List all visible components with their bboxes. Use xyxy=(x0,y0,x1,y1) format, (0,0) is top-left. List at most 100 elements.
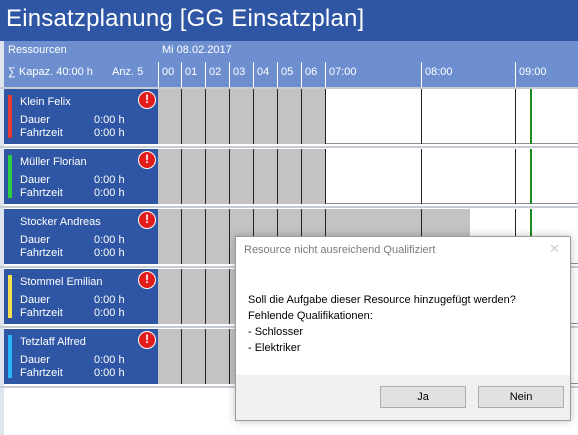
resource-row[interactable]: Klein Felix Dauer 0:00 h Fahrtzeit 0:00 … xyxy=(0,89,578,144)
row-separator xyxy=(0,206,578,208)
resource-color-stripe xyxy=(8,95,12,138)
hour-line xyxy=(205,269,206,324)
hour-label-01: 01 xyxy=(181,62,197,87)
resource-card[interactable]: Klein Felix Dauer 0:00 h Fahrtzeit 0:00 … xyxy=(4,89,159,144)
hour-line xyxy=(301,149,302,204)
hour-line xyxy=(515,149,516,204)
fahrtzeit-value: 0:00 h xyxy=(94,127,125,139)
timeline-date: Mi 08.02.2017 xyxy=(162,44,232,56)
dauer-label: Dauer xyxy=(20,294,50,306)
hour-line xyxy=(181,89,182,144)
hour-label-04: 04 xyxy=(253,62,269,87)
hour-label-08: 08:00 xyxy=(421,62,453,87)
dauer-value: 0:00 h xyxy=(94,174,125,186)
resource-color-stripe xyxy=(8,335,12,378)
window-title: Einsatzplanung [GG Einsatzplan] xyxy=(6,5,365,32)
fahrtzeit-value: 0:00 h xyxy=(94,187,125,199)
qualification-item: - Schlosser xyxy=(248,326,304,338)
close-icon[interactable]: ✕ xyxy=(549,241,560,257)
hour-line xyxy=(181,329,182,384)
current-time-line xyxy=(530,89,532,144)
hour-line xyxy=(205,209,206,264)
resource-name: Stocker Andreas xyxy=(20,216,101,228)
dauer-label: Dauer xyxy=(20,234,50,246)
dauer-value: 0:00 h xyxy=(94,294,125,306)
qualification-dialog[interactable]: Resource nicht ausreichend Qualifiziert … xyxy=(235,236,571,421)
resource-timeline[interactable] xyxy=(158,89,578,144)
hour-line xyxy=(277,89,278,144)
warning-icon[interactable]: ! xyxy=(138,151,156,169)
hour-line xyxy=(205,329,206,384)
dauer-label: Dauer xyxy=(20,354,50,366)
hour-line xyxy=(181,269,182,324)
dialog-title: Resource nicht ausreichend Qualifiziert xyxy=(244,244,436,256)
hour-line xyxy=(325,149,326,204)
hour-line xyxy=(229,329,230,384)
hour-line xyxy=(205,89,206,144)
hour-label-05: 05 xyxy=(277,62,293,87)
dialog-footer: Ja Nein xyxy=(236,375,570,420)
resource-card[interactable]: Tetzlaff Alfred Dauer 0:00 h Fahrtzeit 0… xyxy=(4,329,159,384)
resource-color-stripe xyxy=(8,275,12,318)
hour-line xyxy=(253,149,254,204)
blocked-time xyxy=(158,149,325,204)
yes-button[interactable]: Ja xyxy=(380,386,466,408)
resource-timeline[interactable] xyxy=(158,149,578,204)
fahrtzeit-label: Fahrtzeit xyxy=(20,127,63,139)
hour-label-02: 02 xyxy=(205,62,221,87)
resources-label: Ressourcen xyxy=(8,44,67,56)
warning-icon[interactable]: ! xyxy=(138,91,156,109)
warning-icon[interactable]: ! xyxy=(138,331,156,349)
dauer-value: 0:00 h xyxy=(94,234,125,246)
fahrtzeit-value: 0:00 h xyxy=(94,247,125,259)
hour-label-07: 07:00 xyxy=(325,62,357,87)
hour-line xyxy=(301,89,302,144)
dauer-label: Dauer xyxy=(20,174,50,186)
missing-qualifications-label: Fehlende Qualifikationen: xyxy=(248,310,373,322)
hour-line xyxy=(277,149,278,204)
timeline-header: Mi 08.02.2017 00 01 02 03 04 05 06 07:00… xyxy=(158,41,578,87)
hour-line xyxy=(421,89,422,144)
no-button[interactable]: Nein xyxy=(478,386,564,408)
hour-label-09: 09:00 xyxy=(515,62,547,87)
hour-line xyxy=(515,89,516,144)
capacity-sum: ∑ Kapaz. 40:00 h xyxy=(8,66,93,78)
resource-name: Tetzlaff Alfred xyxy=(20,336,86,348)
warning-icon[interactable]: ! xyxy=(138,271,156,289)
dialog-question: Soll die Aufgabe dieser Resource hinzuge… xyxy=(248,294,516,306)
fahrtzeit-label: Fahrtzeit xyxy=(20,307,63,319)
resource-name: Klein Felix xyxy=(20,96,71,108)
hour-line xyxy=(181,149,182,204)
resource-color-stripe xyxy=(8,155,12,198)
hour-label-00: 00 xyxy=(158,62,174,87)
fahrtzeit-label: Fahrtzeit xyxy=(20,367,63,379)
row-separator xyxy=(0,146,578,148)
current-time-line xyxy=(530,149,532,204)
resource-name: Stommel Emilian xyxy=(20,276,103,288)
warning-icon[interactable]: ! xyxy=(138,211,156,229)
resource-card[interactable]: Stommel Emilian Dauer 0:00 h Fahrtzeit 0… xyxy=(4,269,159,324)
fahrtzeit-label: Fahrtzeit xyxy=(20,247,63,259)
blocked-time xyxy=(158,89,325,144)
hour-label-03: 03 xyxy=(229,62,245,87)
qualification-item: - Elektriker xyxy=(248,342,301,354)
resource-count: Anz. 5 xyxy=(112,66,144,78)
hour-line xyxy=(229,149,230,204)
dialog-message: Soll die Aufgabe dieser Resource hinzuge… xyxy=(248,292,516,356)
dauer-value: 0:00 h xyxy=(94,354,125,366)
hour-line xyxy=(229,89,230,144)
resource-card[interactable]: Müller Florian Dauer 0:00 h Fahrtzeit 0:… xyxy=(4,149,159,204)
hour-line xyxy=(421,149,422,204)
resource-row[interactable]: Müller Florian Dauer 0:00 h Fahrtzeit 0:… xyxy=(0,149,578,204)
resources-header: Ressourcen ∑ Kapaz. 40:00 h Anz. 5 xyxy=(4,41,158,87)
dauer-value: 0:00 h xyxy=(94,114,125,126)
resource-name: Müller Florian xyxy=(20,156,87,168)
hour-line xyxy=(205,149,206,204)
hour-line xyxy=(229,269,230,324)
resource-color-stripe xyxy=(8,215,12,258)
fahrtzeit-value: 0:00 h xyxy=(94,367,125,379)
hour-line xyxy=(181,209,182,264)
fahrtzeit-label: Fahrtzeit xyxy=(20,187,63,199)
resource-card[interactable]: Stocker Andreas Dauer 0:00 h Fahrtzeit 0… xyxy=(4,209,159,264)
hour-line xyxy=(253,89,254,144)
